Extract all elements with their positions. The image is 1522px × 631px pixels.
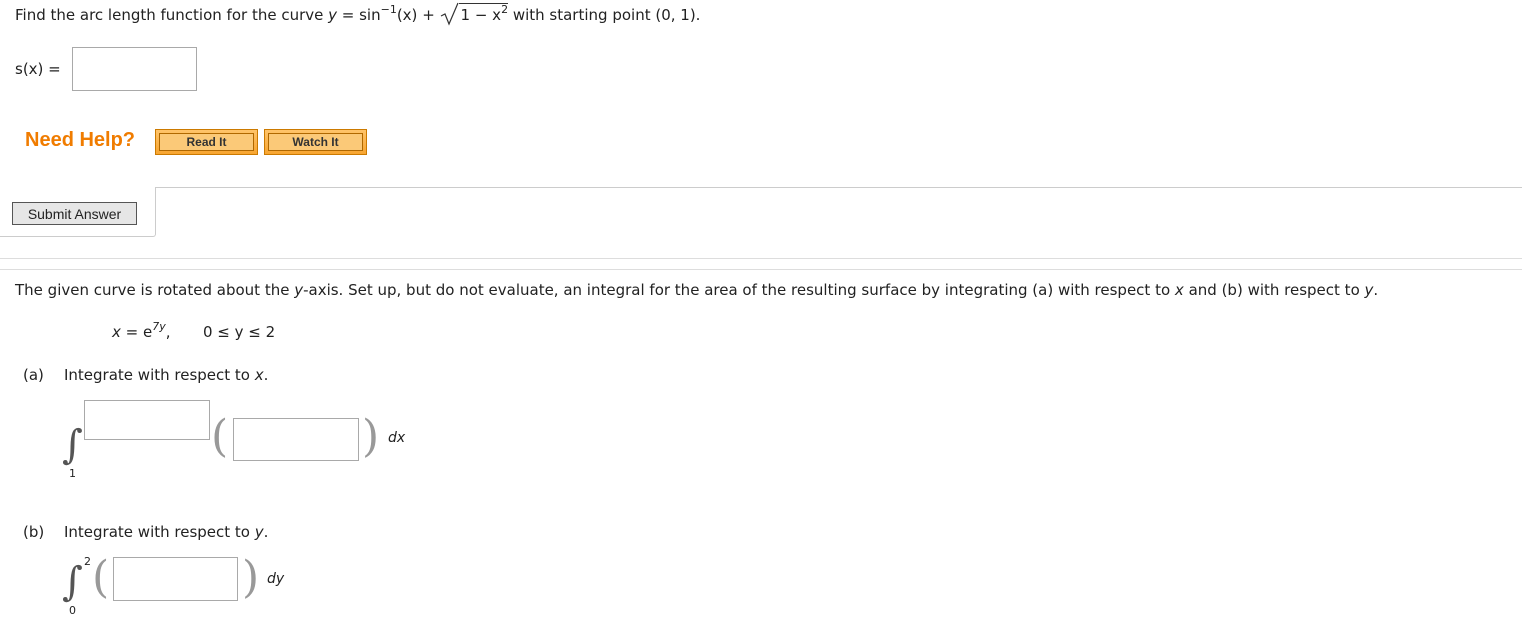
part-b-label: (b)	[23, 523, 45, 541]
curve-x-var: x	[112, 323, 121, 341]
comma: ,	[165, 323, 171, 341]
curve-equation: x = e7y,	[112, 320, 171, 341]
submit-area-top-divider	[155, 187, 1522, 188]
part-b-integrand-input[interactable]	[113, 557, 238, 601]
read-it-button[interactable]: Read It	[155, 129, 258, 155]
part-a-instruction: Integrate with respect to x.	[64, 366, 268, 384]
part-a-differential: dx	[388, 430, 406, 446]
curve-range: 0 ≤ y ≤ 2	[203, 323, 276, 341]
curve-equals: = e	[120, 323, 153, 341]
part-b-right-paren: )	[242, 552, 260, 603]
curve-exponent: 7y	[152, 320, 166, 333]
sqrt-sign-icon	[440, 2, 459, 26]
question-2-prompt: The given curve is rotated about the y-a…	[15, 281, 1378, 299]
instruction-text: Integrate with respect to	[64, 523, 255, 541]
prompt-text-after: with starting point (0, 1).	[508, 6, 701, 24]
axis-variable: y	[294, 281, 304, 299]
sqrt-radical: 1 − x2	[440, 2, 509, 26]
part-b-instruction: Integrate with respect to y.	[64, 523, 268, 541]
part-b-upper-limit: 2	[84, 555, 91, 568]
part-a-left-paren: (	[211, 411, 229, 462]
prompt-end: .	[1373, 281, 1379, 299]
prompt-text: Find the arc length function for the cur…	[15, 6, 329, 24]
period: .	[263, 366, 269, 384]
part-a-label: (a)	[23, 366, 44, 384]
part-a-integrand-input[interactable]	[233, 418, 359, 461]
instruction-var: y	[254, 523, 264, 541]
radicand-exponent: 2	[501, 3, 509, 16]
watch-it-label: Watch It	[268, 133, 363, 151]
question-1-prompt: Find the arc length function for the cur…	[15, 2, 701, 26]
plus-sign: +	[417, 6, 440, 24]
integral-sign-a: ∫	[62, 422, 83, 468]
part-a-right-paren: )	[362, 411, 380, 462]
need-help-label: Need Help?	[25, 129, 136, 151]
part-a-upper-limit-input[interactable]	[84, 400, 210, 440]
equals-sin: = sin	[337, 6, 381, 24]
x-argument: (x)	[396, 6, 418, 24]
instruction-text: Integrate with respect to	[64, 366, 255, 384]
read-it-label: Read It	[159, 133, 254, 151]
part-b-differential: dy	[267, 571, 285, 587]
part-a-lower-limit: 1	[69, 467, 76, 480]
part-b-lower-limit: 0	[69, 604, 76, 617]
radicand: 1 − x	[460, 6, 502, 24]
prompt-text: The given curve is rotated about the	[15, 281, 295, 299]
inverse-exponent: −1	[380, 3, 397, 16]
integral-sign-b: ∫	[62, 559, 83, 605]
prompt-text-mid2: and (b) with respect to	[1183, 281, 1365, 299]
s-x-label: s(x) =	[15, 60, 61, 78]
part-b-left-paren: (	[92, 552, 110, 603]
prompt-text-mid: -axis. Set up, but do not evaluate, an i…	[303, 281, 1175, 299]
submit-answer-button[interactable]: Submit Answer	[12, 202, 137, 225]
section-divider	[0, 258, 1522, 270]
watch-it-button[interactable]: Watch It	[264, 129, 367, 155]
arc-length-answer-input[interactable]	[72, 47, 197, 91]
y-variable: y	[328, 6, 338, 24]
instruction-var: x	[254, 366, 264, 384]
period: .	[263, 523, 269, 541]
var-x: x	[1174, 281, 1184, 299]
